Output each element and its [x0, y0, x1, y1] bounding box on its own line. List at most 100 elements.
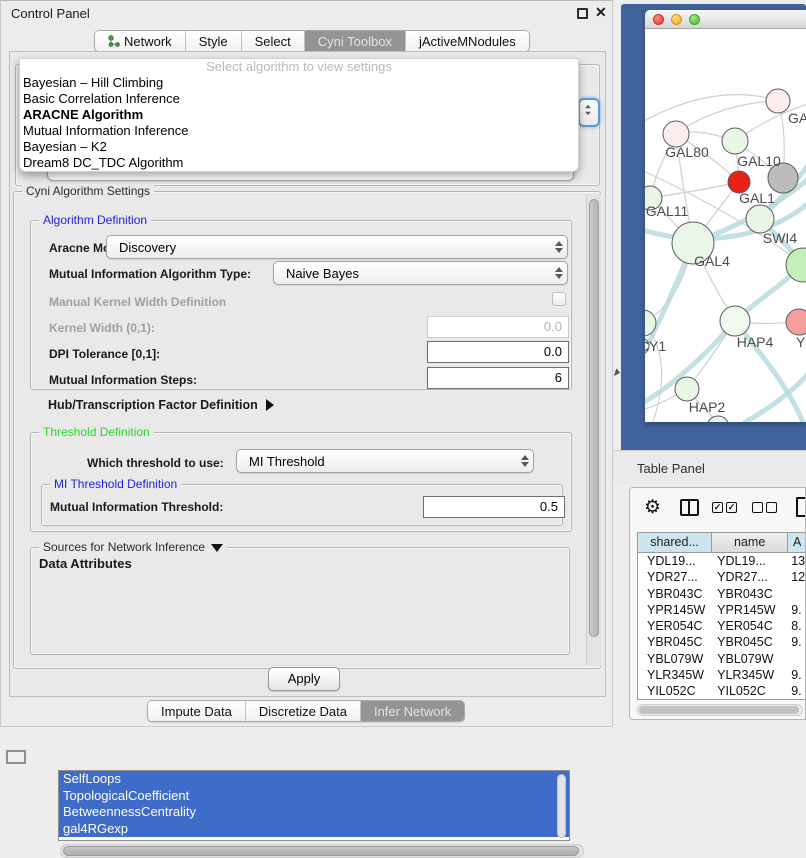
table-hscrollbar[interactable]	[637, 704, 803, 716]
dpi-tolerance-field[interactable]: 0.0	[427, 341, 569, 363]
table-row[interactable]: YER054CYER054C8.	[638, 618, 806, 634]
attribute-item-selected[interactable]: gal4RGexp	[59, 821, 569, 838]
table-toolbar: ⚙ ✓✓	[630, 494, 805, 524]
attribute-item-selected[interactable]: TopologicalCoefficient	[59, 788, 569, 805]
zoom-window-icon[interactable]	[689, 14, 700, 25]
settings-vscrollbar-thumb[interactable]	[589, 199, 599, 637]
table-row[interactable]: YDL19...YDL19...13	[638, 553, 806, 569]
sources-title[interactable]: Sources for Network Inference	[39, 540, 227, 554]
combo-stepper-icon	[551, 241, 567, 253]
export-table-icon[interactable]	[796, 497, 806, 517]
column-header-name[interactable]: name	[712, 533, 788, 552]
column-header-clipped[interactable]: A	[788, 533, 806, 552]
select-all-columns-icon[interactable]: ✓✓	[712, 502, 737, 513]
hub-definition-expander[interactable]: Hub/Transcription Factor Definition	[48, 396, 274, 414]
settings-vscrollbar[interactable]	[586, 194, 601, 666]
tab-jactivemnodules[interactable]: jActiveMNodules	[406, 31, 529, 51]
table-row[interactable]: YBR043CYBR043C	[638, 586, 806, 602]
mi-threshold-label: Mutual Information Threshold:	[50, 500, 223, 514]
node-gal10[interactable]	[722, 128, 748, 154]
show-columns-icon[interactable]	[680, 499, 699, 516]
gear-icon[interactable]: ⚙	[644, 496, 661, 519]
data-attributes-label: Data Attributes	[39, 556, 132, 571]
algorithm-option[interactable]: Basic Correlation Inference	[20, 91, 578, 107]
algorithm-dropdown-placeholder: Select algorithm to view settings	[20, 59, 578, 75]
settings-hscrollbar-thumb[interactable]	[63, 846, 579, 856]
node-label: GAL80	[665, 144, 709, 160]
apply-button[interactable]: Apply	[268, 667, 340, 691]
table-row[interactable]: YBR045CYBR045C9.	[638, 634, 806, 650]
algorithm-option[interactable]: Dream8 DC_TDC Algorithm	[20, 155, 578, 171]
tab-network[interactable]: Network	[95, 31, 186, 51]
control-panel-tabbar: Network Style Select Cyni Toolbox jActiv…	[94, 30, 530, 52]
table-body[interactable]: YDL19...YDL19...13 YDR27...YDR27...12 YB…	[637, 553, 806, 700]
deselect-all-columns-icon[interactable]	[752, 502, 777, 513]
network-canvas[interactable]: GAL GAL80 GAL10 GAL1 GAL11 SWI4 GAL4 GCY…	[645, 29, 806, 422]
node-label: HAP2	[689, 399, 726, 415]
table-row[interactable]: YBL079WYBL079W	[638, 651, 806, 667]
node-salmon-right[interactable]	[786, 309, 806, 335]
data-attributes-list[interactable]: SelfLoops TopologicalCoefficient Between…	[58, 770, 570, 841]
tab-infer-network[interactable]: Infer Network	[361, 701, 464, 721]
algorithm-combo-focus-fragment[interactable]	[578, 98, 600, 127]
manual-kernel-width-label: Manual Kernel Width Definition	[49, 295, 226, 309]
settings-hscrollbar[interactable]	[60, 844, 584, 858]
control-panel-window: Control Panel ✕ Network Style Select Cyn…	[0, 0, 613, 727]
node-swi4[interactable]	[746, 205, 774, 233]
network-window-titlebar[interactable]	[645, 10, 806, 29]
tab-impute-data[interactable]: Impute Data	[148, 701, 246, 721]
mi-steps-field[interactable]: 6	[427, 367, 569, 389]
node-label: Y	[796, 334, 806, 350]
table-row[interactable]: YPR145WYPR145W9.	[638, 602, 806, 618]
control-panel-title: Control Panel	[11, 6, 90, 21]
mi-algorithm-type-combo[interactable]: Naive Bayes	[273, 261, 568, 285]
mi-threshold-group: MI Threshold Definition Mutual Informati…	[41, 484, 563, 526]
kernel-width-label: Kernel Width (0,1):	[49, 321, 155, 335]
which-threshold-combo[interactable]: MI Threshold	[236, 449, 534, 473]
algorithm-dropdown-list: Select algorithm to view settings Bayesi…	[19, 58, 579, 172]
node-bottom-edge[interactable]	[707, 416, 729, 422]
attribute-item-selected[interactable]: BetweennessCentrality	[59, 804, 569, 821]
node-hap2[interactable]	[675, 377, 699, 401]
network-view-window[interactable]: GAL GAL80 GAL10 GAL1 GAL11 SWI4 GAL4 GCY…	[645, 10, 806, 422]
node-label: GAL	[788, 110, 806, 126]
table-header-row: shared... name A	[637, 532, 806, 553]
table-row[interactable]: YDR27...YDR27...12	[638, 569, 806, 585]
expander-collapsed-icon	[266, 399, 274, 411]
node-label: GCY1	[645, 338, 666, 354]
attribute-list-scrollbar[interactable]	[557, 774, 566, 838]
manual-kernel-width-checkbox[interactable]	[552, 292, 566, 306]
mi-threshold-field[interactable]: 0.5	[423, 496, 565, 518]
table-hscrollbar-thumb[interactable]	[639, 706, 799, 714]
minimize-window-icon[interactable]	[671, 14, 682, 25]
column-header-shared-name[interactable]: shared...	[638, 533, 712, 552]
mi-algorithm-type-label: Mutual Information Algorithm Type:	[49, 267, 251, 281]
aracne-mode-combo[interactable]: Discovery	[106, 235, 568, 259]
table-row[interactable]: YIL052CYIL052C9.	[638, 683, 806, 699]
algorithm-option[interactable]: Mutual Information Inference	[20, 123, 578, 139]
dpi-tolerance-label: DPI Tolerance [0,1]:	[49, 347, 160, 361]
algorithm-option-selected[interactable]: ARACNE Algorithm	[20, 107, 578, 123]
kernel-width-field[interactable]: 0.0	[427, 316, 569, 338]
combo-stepper-icon	[551, 267, 567, 279]
table-row[interactable]: YLR345WYLR345W9.	[638, 667, 806, 683]
node-gal-top[interactable]	[766, 89, 790, 113]
node-label: HAP4	[737, 334, 774, 350]
algorithm-option[interactable]: Bayesian – K2	[20, 139, 578, 155]
tab-discretize-data[interactable]: Discretize Data	[246, 701, 361, 721]
tab-select[interactable]: Select	[242, 31, 305, 51]
attribute-item-selected[interactable]: SelfLoops	[59, 771, 569, 788]
expander-expanded-icon	[211, 544, 223, 552]
algorithm-option[interactable]: Bayesian – Hill Climbing	[20, 75, 578, 91]
network-tree-icon	[108, 35, 120, 47]
sources-group: Sources for Network Inference Data Attri…	[30, 547, 570, 655]
float-panel-icon[interactable]	[577, 8, 588, 19]
algorithm-definition-group: Algorithm Definition Aracne Mode: Discov…	[30, 220, 572, 390]
tab-style[interactable]: Style	[186, 31, 242, 51]
combo-stepper-icon	[517, 455, 533, 467]
close-window-icon[interactable]	[653, 14, 664, 25]
cyni-algorithm-settings-group: Cyni Algorithm Settings Algorithm Defini…	[13, 191, 601, 669]
close-panel-icon[interactable]: ✕	[595, 4, 607, 21]
node-hap4[interactable]	[720, 306, 750, 336]
tab-cyni-toolbox[interactable]: Cyni Toolbox	[305, 31, 406, 51]
